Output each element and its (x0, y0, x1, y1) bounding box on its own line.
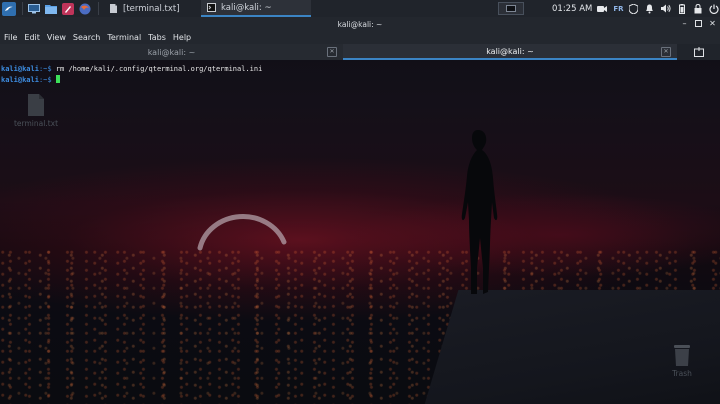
text-file-icon (28, 94, 44, 116)
lock-icon[interactable] (693, 3, 703, 14)
window-controls: – ✕ (675, 19, 717, 28)
close-icon[interactable]: ✕ (708, 19, 717, 28)
prompt-user: kali (1, 65, 18, 73)
menu-tabs[interactable]: Tabs (148, 33, 166, 42)
trash-icon (674, 345, 690, 366)
terminal-output[interactable]: kali@kali:~$ rm /home/kali/.config/qterm… (0, 64, 720, 90)
taskbar-item-terminal-txt[interactable]: [terminal.txt] (103, 0, 201, 17)
prompt-user: kali (1, 76, 18, 84)
menu-file[interactable]: File (4, 33, 17, 42)
tab-bar: kali@kali: ~ ✕ kali@kali: ~ ✕ (0, 44, 720, 60)
wallpaper-logo-arc (197, 214, 287, 251)
tab-label: kali@kali: ~ (486, 46, 534, 56)
files-icon[interactable] (44, 2, 58, 16)
kali-menu-icon[interactable] (2, 1, 16, 16)
menu-help[interactable]: Help (173, 33, 191, 42)
launcher (0, 0, 103, 17)
wallpaper-person-silhouette (461, 130, 498, 294)
maximize-icon[interactable] (694, 19, 703, 28)
workspace-switcher[interactable] (498, 2, 524, 15)
volume-icon[interactable] (660, 4, 671, 14)
system-tray: 01:25 AM FR (498, 0, 720, 17)
text-editor-icon[interactable] (61, 2, 75, 16)
workspace-window-preview (506, 5, 516, 12)
tab-label: kali@kali: ~ (147, 47, 196, 57)
tab-terminal-2[interactable]: kali@kali: ~ ✕ (343, 44, 677, 60)
menu-search[interactable]: Search (73, 33, 100, 42)
browser-icon[interactable] (78, 2, 92, 16)
panel-separator (22, 2, 23, 15)
camera-icon[interactable] (597, 4, 608, 14)
taskbar-item-terminal[interactable]: kali@kali: ~ (201, 0, 311, 17)
taskbar-item-label: kali@kali: ~ (221, 2, 272, 13)
battery-icon[interactable] (677, 3, 687, 14)
desktop-file-terminal-txt[interactable]: terminal.txt (14, 94, 58, 128)
close-tab-icon[interactable]: ✕ (327, 47, 337, 57)
top-panel: [terminal.txt] kali@kali: ~ 01:25 AM FR (0, 0, 720, 18)
desktop-screen: [terminal.txt] kali@kali: ~ 01:25 AM FR (0, 0, 720, 404)
panel-separator (98, 2, 99, 15)
menu-view[interactable]: View (47, 33, 66, 42)
desktop-icon-label: terminal.txt (13, 119, 59, 128)
minimize-icon[interactable]: – (680, 19, 689, 28)
tab-terminal-1[interactable]: kali@kali: ~ ✕ (0, 44, 343, 60)
menu-terminal[interactable]: Terminal (107, 33, 141, 42)
terminal-icon (207, 3, 216, 12)
prompt-host: kali (22, 65, 39, 73)
keyboard-layout-indicator[interactable]: FR (613, 5, 623, 13)
terminal-line: kali@kali:~$ (1, 75, 720, 86)
terminal-line: kali@kali:~$ rm /home/kali/.config/qterm… (1, 64, 720, 75)
notification-icon[interactable] (645, 4, 655, 14)
power-icon[interactable] (708, 4, 719, 14)
new-tab-button[interactable] (677, 44, 720, 60)
desktop-icon-label: Trash (672, 369, 692, 378)
shield-icon[interactable] (629, 3, 639, 14)
menu-bar: File Edit View Search Terminal Tabs Help (0, 31, 720, 44)
clock[interactable]: 01:25 AM (552, 4, 592, 14)
close-tab-icon[interactable]: ✕ (661, 47, 671, 57)
window-titlebar[interactable]: kali@kali: ~ – ✕ (0, 17, 720, 31)
prompt-path: :~$ (38, 65, 52, 73)
command-text: rm /home/kali/.config/qterminal.org/qter… (51, 65, 263, 73)
window-title: kali@kali: ~ (337, 19, 383, 29)
taskbar-item-label: [terminal.txt] (123, 3, 180, 14)
desktop-trash[interactable]: Trash (664, 344, 700, 378)
menu-edit[interactable]: Edit (24, 33, 40, 42)
prompt-path: :~$ (38, 76, 52, 84)
prompt-host: kali (22, 76, 39, 84)
terminal-cursor (55, 75, 60, 83)
desktop-icon[interactable] (27, 2, 41, 16)
text-file-icon (110, 4, 117, 13)
new-tab-icon (693, 47, 704, 57)
